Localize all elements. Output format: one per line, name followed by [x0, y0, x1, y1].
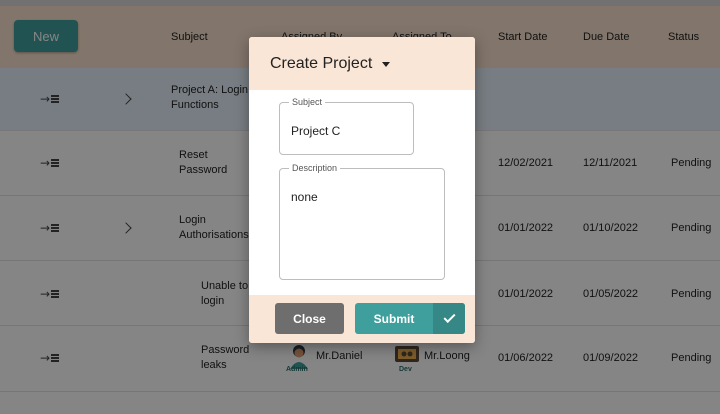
- close-button[interactable]: Close: [275, 303, 344, 334]
- submit-button[interactable]: Submit: [355, 303, 465, 334]
- modal-title: Create Project: [270, 54, 373, 72]
- modal-header: Create Project: [249, 37, 475, 90]
- description-field[interactable]: Description none: [279, 163, 445, 280]
- subject-input[interactable]: Project C: [291, 124, 340, 138]
- subject-field[interactable]: Subject Project C: [279, 97, 414, 155]
- create-project-modal: Create Project Subject Project C Descrip…: [249, 37, 475, 343]
- description-label: Description: [289, 163, 341, 173]
- modal-footer: Close Submit: [249, 295, 475, 343]
- description-textarea[interactable]: none: [291, 190, 318, 204]
- check-icon: [433, 303, 465, 334]
- caret-down-icon[interactable]: [382, 62, 391, 67]
- submit-label: Submit: [373, 311, 415, 326]
- subject-label: Subject: [289, 97, 326, 107]
